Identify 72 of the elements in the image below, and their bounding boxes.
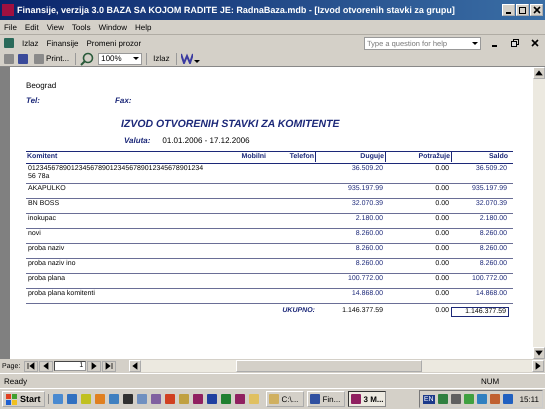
window-icon xyxy=(268,394,279,404)
right-arrow-icon xyxy=(534,362,542,370)
menu-item[interactable]: View xyxy=(46,22,64,32)
tray-icon[interactable] xyxy=(450,394,461,404)
tray-icon[interactable] xyxy=(476,394,487,404)
window-icon xyxy=(350,394,361,404)
city-text: Beograd xyxy=(26,81,58,90)
app-icon xyxy=(2,4,14,16)
previous-page-button[interactable] xyxy=(39,360,54,372)
zoom-combo[interactable]: 100% xyxy=(98,52,142,64)
first-page-button[interactable] xyxy=(24,360,38,372)
start-button[interactable]: Start xyxy=(2,391,45,407)
restore-button[interactable] xyxy=(509,37,521,49)
scroll-down-button[interactable] xyxy=(533,347,545,359)
last-arrow-icon xyxy=(105,362,114,370)
scroll-right-button[interactable] xyxy=(532,360,544,372)
tel-label: Tel: xyxy=(26,96,41,105)
scroll-up-button[interactable] xyxy=(533,67,545,79)
tray-icon[interactable] xyxy=(490,394,500,404)
minimize-button[interactable] xyxy=(502,4,515,16)
left-arrow-icon xyxy=(42,362,50,370)
next-page-button[interactable] xyxy=(87,360,102,372)
left-arrow-icon xyxy=(131,362,140,370)
tray-icon[interactable] xyxy=(438,394,448,404)
window-icon xyxy=(310,394,320,404)
tray-icon[interactable] xyxy=(502,394,513,404)
down-arrow-icon xyxy=(535,349,543,357)
date-range: 01.01.2006 - 17.12.2006 xyxy=(162,136,250,145)
horizontal-scrollbar[interactable] xyxy=(129,360,544,372)
menu-item[interactable]: Tools xyxy=(72,22,91,32)
word-icon[interactable] xyxy=(180,53,193,64)
scroll-thumb[interactable] xyxy=(236,360,422,372)
menu-item[interactable]: Window xyxy=(98,22,128,32)
maximize-icon xyxy=(518,6,526,14)
vertical-scrollbar[interactable] xyxy=(533,67,545,359)
taskbar-app-icon[interactable] xyxy=(122,394,133,404)
dropdown-arrow-icon xyxy=(472,42,478,44)
scroll-left-button[interactable] xyxy=(129,360,142,372)
status-text: Ready xyxy=(4,376,28,386)
maximize-button[interactable] xyxy=(516,4,529,16)
right-arrow-icon xyxy=(90,362,98,370)
taskbar-button[interactable]: C:\... xyxy=(266,391,304,407)
close-icon xyxy=(532,6,540,14)
close-button[interactable] xyxy=(529,37,541,49)
windows-flag-icon xyxy=(6,394,18,404)
last-page-button[interactable] xyxy=(102,360,116,372)
close-preview-button[interactable]: Izlaz xyxy=(151,54,172,63)
toolbar-button[interactable]: Finansije xyxy=(46,38,78,48)
first-arrow-icon xyxy=(27,362,36,370)
report-title: IZVOD OTVORENIH STAVKI ZA KOMITENTE xyxy=(121,118,341,130)
taskbar-app-icon[interactable] xyxy=(206,394,217,404)
toolbar-button[interactable]: Izlaz xyxy=(22,38,38,48)
taskbar-app-icon[interactable] xyxy=(192,394,203,404)
toolbar-button[interactable]: Promeni prozor xyxy=(86,38,142,48)
tray-icon[interactable] xyxy=(464,394,474,404)
dropdown-arrow-icon xyxy=(133,57,140,60)
close-button[interactable] xyxy=(530,4,543,16)
taskbar-button[interactable]: Fin... xyxy=(306,391,345,407)
taskbar-button[interactable]: 3 M... xyxy=(348,391,386,407)
fax-label: Fax: xyxy=(115,96,132,105)
menu-item[interactable]: Help xyxy=(135,22,152,32)
window-title: Finansije, verzija 3.0 BAZA SA KOJOM RADITE JE: RadnaBaza.mdb - [Izvod otvorenih stavki za grupu] xyxy=(17,5,456,15)
up-arrow-icon xyxy=(535,69,543,77)
taskbar-app-icon[interactable] xyxy=(234,394,245,404)
dropdown-arrow-icon xyxy=(194,60,200,63)
print-button[interactable]: Print... xyxy=(32,54,72,64)
num-lock-indicator: NUM xyxy=(481,376,500,386)
zoom-icon[interactable] xyxy=(80,52,94,66)
menu-item[interactable]: Edit xyxy=(24,22,39,32)
menu-item[interactable]: File xyxy=(4,22,17,32)
currency-label: Valuta: xyxy=(124,136,150,145)
clock: 15:11 xyxy=(520,394,539,404)
